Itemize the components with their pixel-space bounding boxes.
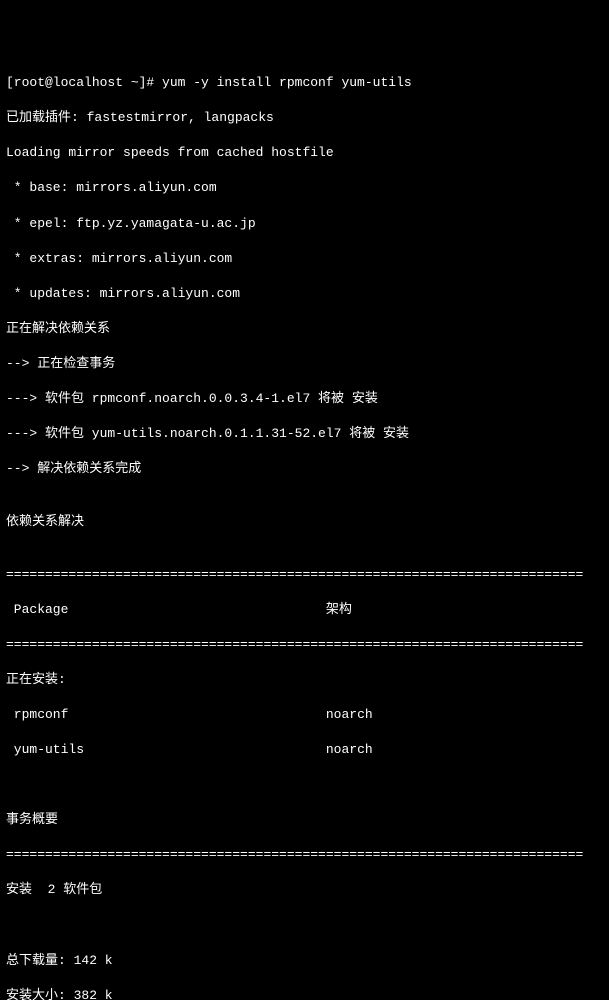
output-line bbox=[6, 916, 603, 934]
output-line: 依赖关系解决 bbox=[6, 513, 603, 531]
pkg-arch: noarch bbox=[326, 707, 373, 722]
shell-prompt[interactable]: [root@localhost ~]# yum -y install rpmco… bbox=[6, 74, 603, 92]
table-ruler: ========================================… bbox=[6, 566, 603, 584]
output-line: ---> 软件包 rpmconf.noarch.0.0.3.4-1.el7 将被… bbox=[6, 390, 603, 408]
pkg-name: yum-utils bbox=[6, 742, 84, 757]
table-ruler: ========================================… bbox=[6, 636, 603, 654]
output-line: Loading mirror speeds from cached hostfi… bbox=[6, 144, 603, 162]
total-download: 总下载量: 142 k bbox=[6, 952, 603, 970]
output-line: --> 解决依赖关系完成 bbox=[6, 460, 603, 478]
pkg-name: rpmconf bbox=[6, 707, 68, 722]
installing-label: 正在安装: bbox=[6, 671, 603, 689]
col-package: Package bbox=[6, 602, 68, 617]
output-line bbox=[6, 776, 603, 794]
installed-size: 安装大小: 382 k bbox=[6, 987, 603, 1000]
output-line: * updates: mirrors.aliyun.com bbox=[6, 285, 603, 303]
output-line: ---> 软件包 yum-utils.noarch.0.1.1.31-52.el… bbox=[6, 425, 603, 443]
output-line: * epel: ftp.yz.yamagata-u.ac.jp bbox=[6, 215, 603, 233]
pkg-arch: noarch bbox=[326, 742, 373, 757]
output-line: 正在解决依赖关系 bbox=[6, 320, 603, 338]
table-header: Package 架构 bbox=[6, 601, 603, 619]
output-line: --> 正在检查事务 bbox=[6, 355, 603, 373]
output-line: * base: mirrors.aliyun.com bbox=[6, 179, 603, 197]
install-count: 安装 2 软件包 bbox=[6, 881, 603, 899]
table-ruler: ========================================… bbox=[6, 846, 603, 864]
output-line: * extras: mirrors.aliyun.com bbox=[6, 250, 603, 268]
col-arch: 架构 bbox=[326, 602, 352, 617]
table-row: rpmconf noarch bbox=[6, 706, 603, 724]
summary-label: 事务概要 bbox=[6, 811, 603, 829]
output-line: 已加载插件: fastestmirror, langpacks bbox=[6, 109, 603, 127]
table-row: yum-utils noarch bbox=[6, 741, 603, 759]
